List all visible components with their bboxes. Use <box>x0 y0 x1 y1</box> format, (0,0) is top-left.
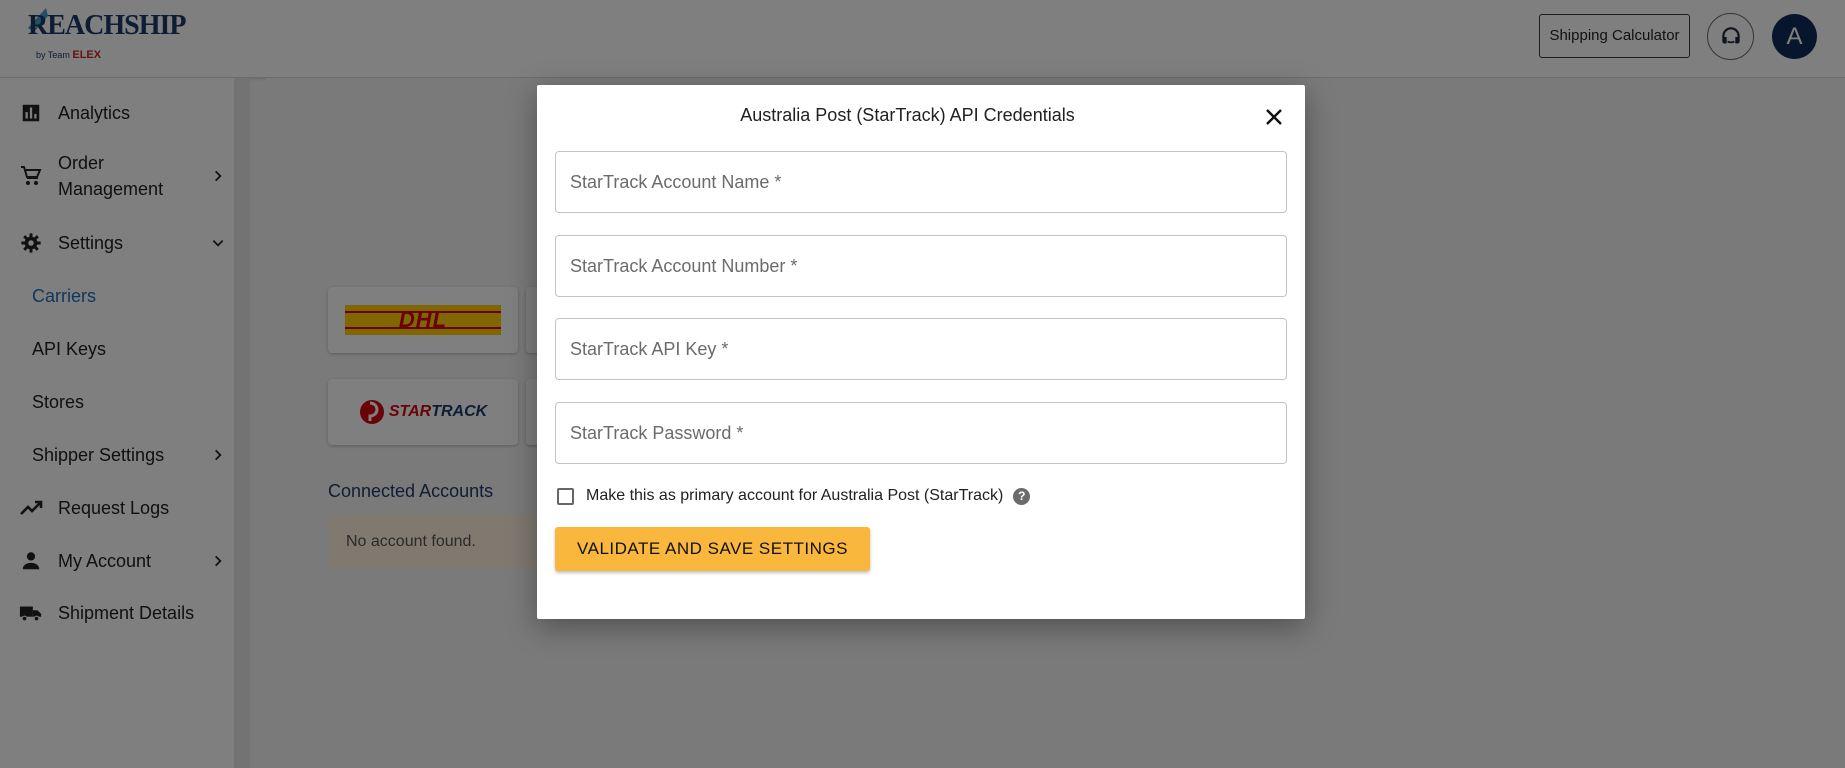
account-number-input[interactable] <box>556 236 1286 296</box>
password-field[interactable] <box>555 402 1287 464</box>
password-input[interactable] <box>556 403 1286 463</box>
api-key-input[interactable] <box>556 319 1286 379</box>
close-button[interactable] <box>1259 102 1289 132</box>
primary-account-row: Make this as primary account for Austral… <box>555 484 1031 508</box>
account-name-input[interactable] <box>556 152 1286 212</box>
primary-account-checkbox[interactable] <box>557 487 574 505</box>
account-name-field[interactable] <box>555 151 1287 213</box>
credentials-dialog: Australia Post (StarTrack) API Credentia… <box>537 85 1305 619</box>
api-key-field[interactable] <box>555 318 1287 380</box>
dialog-title: Australia Post (StarTrack) API Credentia… <box>740 105 1075 125</box>
help-circle-icon[interactable]: ? <box>1013 487 1031 505</box>
close-icon <box>1266 109 1282 125</box>
primary-account-label[interactable]: Make this as primary account for Austral… <box>586 487 1003 505</box>
validate-and-save-button[interactable]: VALIDATE AND SAVE SETTINGS <box>555 527 870 571</box>
account-number-field[interactable] <box>555 235 1287 297</box>
